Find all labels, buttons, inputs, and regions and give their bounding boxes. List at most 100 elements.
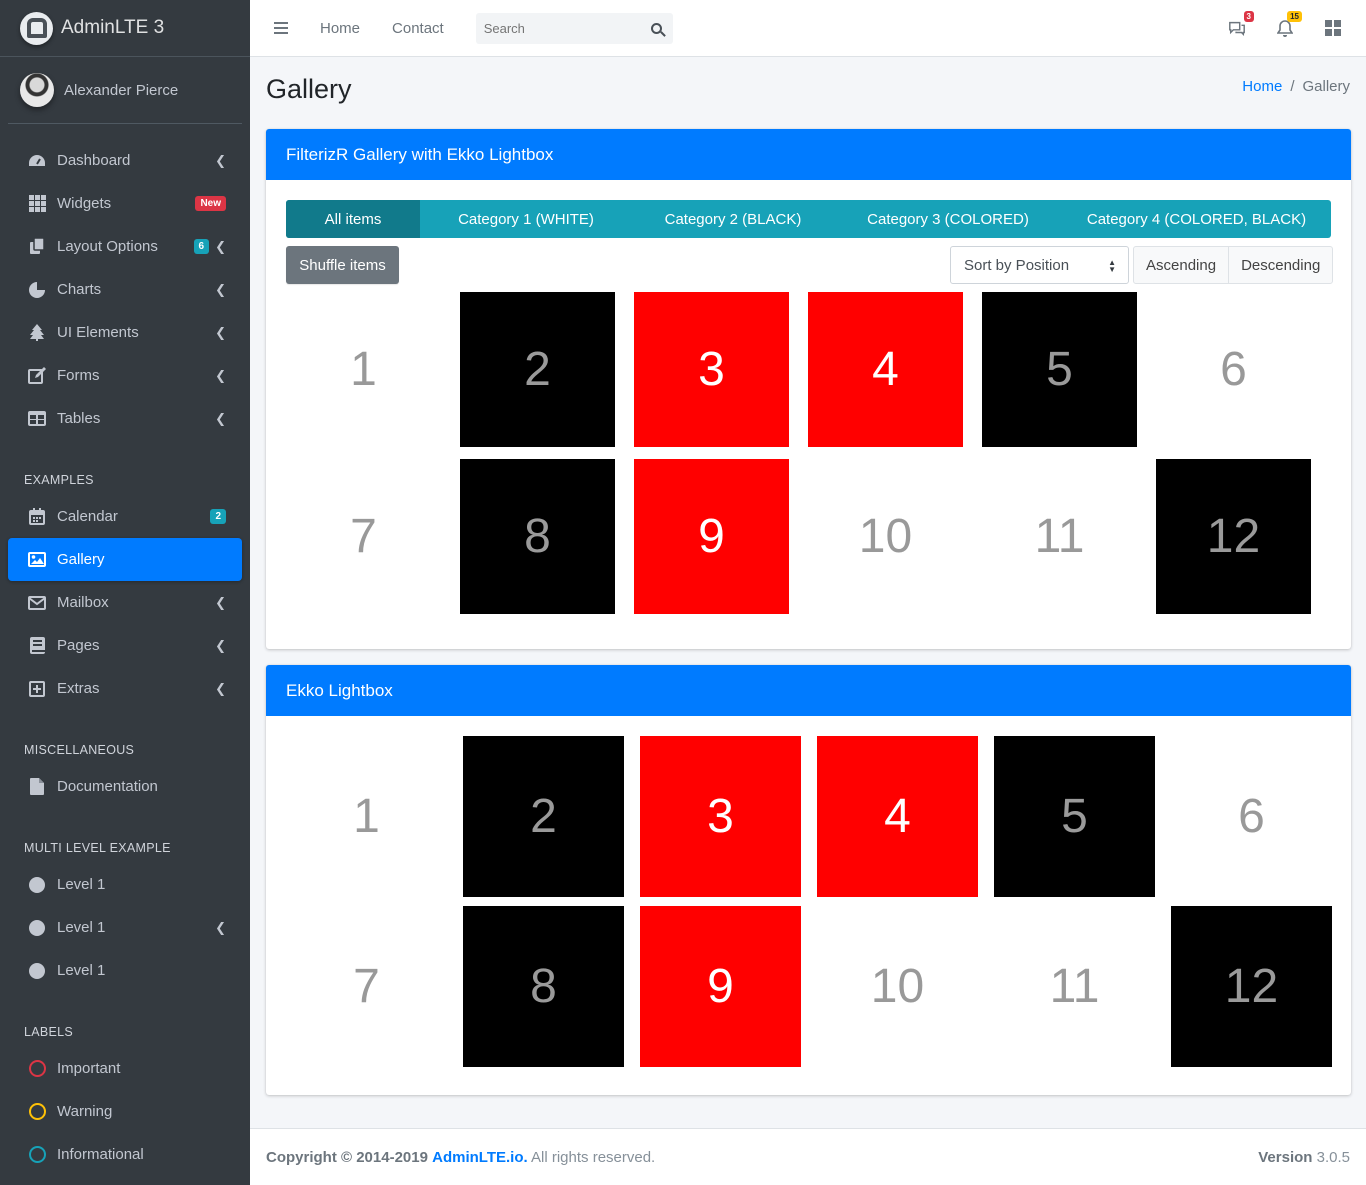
sidebar-item-extras[interactable]: Extras ❮ [8,667,242,710]
gallery-tile-5[interactable]: 5 [982,292,1137,447]
notifications-dropdown[interactable]: 15 [1276,11,1302,37]
sidebar-item-calendar[interactable]: Calendar 2 [8,495,242,538]
search-icon [651,22,663,34]
gallery-tile-4[interactable]: 4 [808,292,963,447]
sidebar-item-widgets[interactable]: Widgets New [8,182,242,225]
lightbox-tile-10[interactable]: 10 [817,906,978,1067]
control-sidebar-toggle[interactable] [1324,19,1342,37]
user-name[interactable]: Alexander Pierce [64,82,178,99]
lightbox-tile-2[interactable]: 2 [463,736,624,897]
sidebar-item-label: Layout Options [57,238,158,255]
user-panel[interactable]: Alexander Pierce [8,57,242,124]
lightbox-tile-8[interactable]: 8 [463,906,624,1067]
sidebar-item-pages[interactable]: Pages ❮ [8,624,242,667]
sidebar-item-label: Calendar [57,508,118,525]
adminlte-link[interactable]: AdminLTE.io. [432,1149,528,1166]
calendar-icon [28,508,46,526]
lightbox-tile-6[interactable]: 6 [1171,736,1332,897]
nav-link-home[interactable]: Home [320,20,360,37]
sidebar-item-label: UI Elements [57,324,139,341]
sort-select[interactable]: Sort by Position ▲ ▼ [950,246,1129,284]
new-badge: New [195,196,226,211]
gallery-tile-10[interactable]: 10 [808,459,963,614]
top-navbar: Home Contact 3 15 [250,0,1366,57]
chevron-left-icon: ❮ [215,594,226,610]
copy-icon [28,238,46,256]
sidebar-item-label: Extras [57,680,100,697]
shuffle-button[interactable]: Shuffle items [286,246,399,284]
gallery-tile-12[interactable]: 12 [1156,459,1311,614]
book-icon [28,637,46,655]
gallery-tile-2[interactable]: 2 [460,292,615,447]
nav-header-misc: MISCELLANEOUS [24,743,135,757]
tree-icon [28,324,46,342]
card-title: Ekko Lightbox [266,665,1351,716]
lightbox-tile-5[interactable]: 5 [994,736,1155,897]
image-icon [28,551,46,569]
breadcrumb-home[interactable]: Home [1242,78,1282,95]
navbar-right: 3 15 [1228,11,1342,37]
copyright-text: Copyright © 2014-2019 AdminLTE.io. All r… [266,1149,655,1166]
nav-link-contact[interactable]: Contact [392,20,444,37]
sidebar-item-ui-elements[interactable]: UI Elements ❮ [8,311,242,354]
sidebar-item-charts[interactable]: Charts ❮ [8,268,242,311]
envelope-icon [28,594,46,612]
descending-button[interactable]: Descending [1228,247,1332,283]
card-title: FilterizR Gallery with Ekko Lightbox [266,129,1351,180]
sidebar-item-mailbox[interactable]: Mailbox ❮ [8,581,242,624]
filter-category-3[interactable]: Category 3 (COLORED) [834,200,1062,238]
chevron-left-icon: ❮ [215,367,226,383]
sidebar-item-level-1[interactable]: Level 1 [8,949,242,992]
sidebar-item-layout-options[interactable]: Layout Options 6 ❮ [8,225,242,268]
chevron-left-icon: ❮ [215,410,226,426]
sidebar-item-level-1[interactable]: Level 1 [8,863,242,906]
lightbox-tile-4[interactable]: 4 [817,736,978,897]
sidebar-item-warning[interactable]: Warning [8,1090,242,1133]
sidebar-item-documentation[interactable]: Documentation [8,765,242,808]
sidebar-item-label: Informational [57,1146,144,1163]
filter-category-4[interactable]: Category 4 (COLORED, BLACK) [1062,200,1331,238]
lightbox-tile-9[interactable]: 9 [640,906,801,1067]
gallery-tile-3[interactable]: 3 [634,292,789,447]
filter-category-2[interactable]: Category 2 (BLACK) [632,200,834,238]
sidebar-item-forms[interactable]: Forms ❮ [8,354,242,397]
gallery-tile-1[interactable]: 1 [286,292,441,447]
gallery-tile-11[interactable]: 11 [982,459,1137,614]
ekko-lightbox-card: Ekko Lightbox 1 2 3 4 5 6 7 8 9 10 11 12 [266,665,1351,1095]
chevron-left-icon: ❮ [215,238,226,254]
gallery-tile-9[interactable]: 9 [634,459,789,614]
sidebar-item-important[interactable]: Important [8,1047,242,1090]
sidebar-item-label: Dashboard [57,152,131,169]
search-input[interactable] [475,20,641,36]
sidebar-item-tables[interactable]: Tables ❮ [8,397,242,440]
search-button[interactable] [641,13,673,44]
sidebar-item-informational[interactable]: Informational [8,1133,242,1176]
gallery-tile-8[interactable]: 8 [460,459,615,614]
gallery-tile-6[interactable]: 6 [1156,292,1311,447]
version-label: Version [1258,1148,1313,1166]
lightbox-tile-1[interactable]: 1 [286,736,447,897]
ascending-button[interactable]: Ascending [1134,247,1228,283]
lightbox-tile-12[interactable]: 12 [1171,906,1332,1067]
lightbox-tile-11[interactable]: 11 [994,906,1155,1067]
version-info: Version 3.0.5 [1258,1149,1350,1166]
navbar-search [475,12,673,44]
sidebar-item-gallery[interactable]: Gallery [8,538,242,581]
sidebar-item-level-1-expandable[interactable]: Level 1 ❮ [8,906,242,949]
gallery-tile-7[interactable]: 7 [286,459,441,614]
messages-dropdown[interactable]: 3 [1228,11,1254,37]
sidebar-item-label: Tables [57,410,101,427]
filter-category-1[interactable]: Category 1 (WHITE) [420,200,632,238]
sort-select-value: Sort by Position [964,256,1070,274]
sidebar-item-label: Mailbox [57,594,109,611]
file-icon [28,778,46,796]
sidebar-item-dashboard[interactable]: Dashboard ❮ [8,139,242,182]
avatar [20,73,54,107]
filter-all-items[interactable]: All items [286,200,420,238]
brand-link[interactable]: AdminLTE 3 [0,0,250,57]
menu-toggle-icon[interactable] [274,22,288,34]
circle-icon [28,962,46,980]
lightbox-tile-3[interactable]: 3 [640,736,801,897]
lightbox-tile-7[interactable]: 7 [286,906,447,1067]
main-footer: Copyright © 2014-2019 AdminLTE.io. All r… [250,1128,1366,1185]
